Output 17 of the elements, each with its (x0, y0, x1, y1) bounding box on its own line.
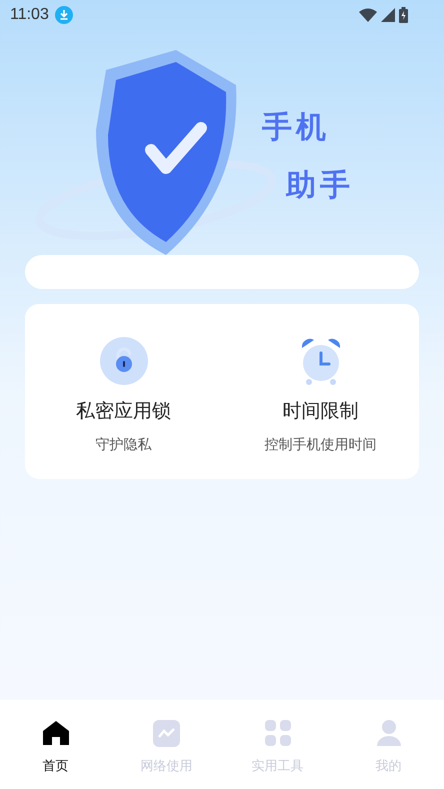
feature-subtitle: 控制手机使用时间 (264, 434, 376, 454)
banner-title: 手机 (262, 110, 330, 146)
chart-icon (153, 720, 180, 746)
nav-tab[interactable]: 首页 (0, 700, 111, 789)
battery-icon (399, 7, 408, 23)
download-icon (54, 6, 73, 24)
feature-subtitle: 守护隐私 (96, 434, 152, 454)
feature-title[interactable]: 私密应用锁 (76, 398, 171, 426)
status-time: 11:03 (10, 5, 49, 25)
wifi-icon (359, 8, 377, 22)
feature-title[interactable]: 时间限制 (282, 398, 358, 426)
banner-title: 助手 (286, 168, 354, 204)
grid-icon (264, 719, 292, 747)
person-icon (374, 719, 402, 747)
lock-icon (98, 336, 148, 386)
signal-icon (381, 8, 395, 22)
home-icon (42, 720, 70, 746)
